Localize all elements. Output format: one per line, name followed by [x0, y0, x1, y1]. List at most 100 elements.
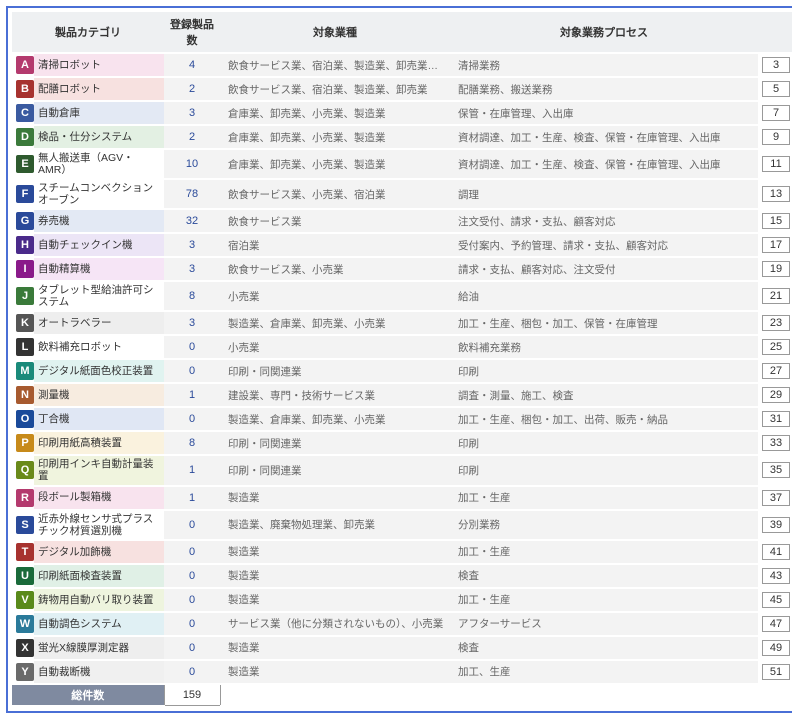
row-letter-cell: M: [12, 359, 34, 383]
target-industry: 製造業: [220, 636, 450, 660]
letter-badge: J: [16, 287, 34, 305]
row-letter-cell: S: [12, 510, 34, 540]
registered-count: 0: [164, 660, 220, 684]
target-process: 給油: [450, 281, 758, 311]
page-ref-cell: 43: [758, 564, 792, 588]
registered-count: 0: [164, 359, 220, 383]
table-row: G券売機32飲食サービス業注文受付、請求・支払、顧客対応15: [12, 209, 792, 233]
page-ref-cell: 13: [758, 179, 792, 209]
page-ref-cell: 27: [758, 359, 792, 383]
page-ref: 45: [762, 592, 790, 608]
page-ref: 37: [762, 490, 790, 506]
registered-count: 3: [164, 101, 220, 125]
page-ref: 43: [762, 568, 790, 584]
row-letter-cell: P: [12, 431, 34, 455]
table-row: C自動倉庫3倉庫業、卸売業、小売業、製造業保管・在庫管理、入出庫7: [12, 101, 792, 125]
letter-badge: X: [16, 639, 34, 657]
target-process: 調理: [450, 179, 758, 209]
category-name: 自動裁断機: [34, 660, 164, 684]
registered-count: 1: [164, 383, 220, 407]
target-process: 調査・測量、施工、検査: [450, 383, 758, 407]
category-name: 近赤外線センサ式プラスチック材質選別機: [34, 510, 164, 540]
row-letter-cell: L: [12, 335, 34, 359]
row-letter-cell: Q: [12, 455, 34, 485]
letter-badge: N: [16, 386, 34, 404]
table-row: R段ボール製箱機1製造業加工・生産37: [12, 486, 792, 510]
target-industry: 飲食サービス業、小売業、宿泊業: [220, 179, 450, 209]
page-ref: 17: [762, 237, 790, 253]
target-process: 印刷: [450, 455, 758, 485]
target-process: 検査: [450, 564, 758, 588]
letter-badge: M: [16, 362, 34, 380]
registered-count: 3: [164, 257, 220, 281]
table-row: Jタブレット型給油許可システム8小売業給油21: [12, 281, 792, 311]
registered-count: 0: [164, 612, 220, 636]
table-row: U印刷紙面検査装置0製造業検査43: [12, 564, 792, 588]
header-category: 製品カテゴリ: [12, 12, 164, 53]
target-process: 資材調達、加工・生産、検査、保管・在庫管理、入出庫: [450, 149, 758, 179]
target-process: 配膳業務、搬送業務: [450, 77, 758, 101]
registered-count: 3: [164, 233, 220, 257]
row-letter-cell: J: [12, 281, 34, 311]
catalog-table: 製品カテゴリ 登録製品数 対象業種 対象業務プロセス A清掃ロボット4飲食サービ…: [12, 12, 792, 707]
registered-count: 10: [164, 149, 220, 179]
target-industry: 飲食サービス業、宿泊業、製造業、卸売業: [220, 77, 450, 101]
page-ref: 27: [762, 363, 790, 379]
letter-badge: O: [16, 410, 34, 428]
target-industry: 宿泊業: [220, 233, 450, 257]
table-row: W自動調色システム0サービス業（他に分類されないもの）、小売業アフターサービス4…: [12, 612, 792, 636]
target-process: アフターサービス: [450, 612, 758, 636]
letter-badge: R: [16, 489, 34, 507]
target-process: 加工・生産: [450, 486, 758, 510]
page-ref-cell: 3: [758, 53, 792, 77]
letter-badge: I: [16, 260, 34, 278]
category-name: 丁合機: [34, 407, 164, 431]
category-name: 配膳ロボット: [34, 77, 164, 101]
target-process: 清掃業務: [450, 53, 758, 77]
letter-badge: Y: [16, 663, 34, 681]
row-letter-cell: R: [12, 486, 34, 510]
page-ref-cell: 39: [758, 510, 792, 540]
target-industry: 飲食サービス業: [220, 209, 450, 233]
table-row: Q印刷用インキ自動計量装置1印刷・同関連業印刷35: [12, 455, 792, 485]
category-name: 印刷紙面検査装置: [34, 564, 164, 588]
target-process: 加工・生産: [450, 540, 758, 564]
letter-badge: T: [16, 543, 34, 561]
table-row: L飲料補充ロボット0小売業飲料補充業務25: [12, 335, 792, 359]
total-value: 159: [164, 684, 220, 706]
target-industry: 製造業: [220, 486, 450, 510]
target-industry: サービス業（他に分類されないもの）、小売業: [220, 612, 450, 636]
category-name: 自動調色システム: [34, 612, 164, 636]
registered-count: 2: [164, 77, 220, 101]
letter-badge: C: [16, 104, 34, 122]
category-name: 印刷用インキ自動計量装置: [34, 455, 164, 485]
target-industry: 建設業、専門・技術サービス業: [220, 383, 450, 407]
page-ref: 3: [762, 57, 790, 73]
row-letter-cell: F: [12, 179, 34, 209]
table-row: D検品・仕分システム2倉庫業、卸売業、小売業、製造業資材調達、加工・生産、検査、…: [12, 125, 792, 149]
page-ref-cell: 9: [758, 125, 792, 149]
target-industry: 製造業: [220, 588, 450, 612]
target-industry: 製造業: [220, 540, 450, 564]
table-row: V鋳物用自動バリ取り装置0製造業加工・生産45: [12, 588, 792, 612]
page-ref-cell: 21: [758, 281, 792, 311]
page-ref: 9: [762, 129, 790, 145]
category-name: 券売機: [34, 209, 164, 233]
page-ref-cell: 49: [758, 636, 792, 660]
row-letter-cell: I: [12, 257, 34, 281]
table-row: S近赤外線センサ式プラスチック材質選別機0製造業、廃棄物処理業、卸売業分別業務3…: [12, 510, 792, 540]
letter-badge: S: [16, 516, 34, 534]
letter-badge: W: [16, 615, 34, 633]
header-process: 対象業務プロセス: [450, 12, 758, 53]
registered-count: 1: [164, 455, 220, 485]
header-num: [758, 12, 792, 53]
row-letter-cell: V: [12, 588, 34, 612]
letter-badge: V: [16, 591, 34, 609]
row-letter-cell: U: [12, 564, 34, 588]
table-row: P印刷用紙高積装置8印刷・同関連業印刷33: [12, 431, 792, 455]
target-process: 受付案内、予約管理、請求・支払、顧客対応: [450, 233, 758, 257]
page-ref-cell: 19: [758, 257, 792, 281]
target-process: 検査: [450, 636, 758, 660]
page-ref: 21: [762, 288, 790, 304]
page-ref: 41: [762, 544, 790, 560]
